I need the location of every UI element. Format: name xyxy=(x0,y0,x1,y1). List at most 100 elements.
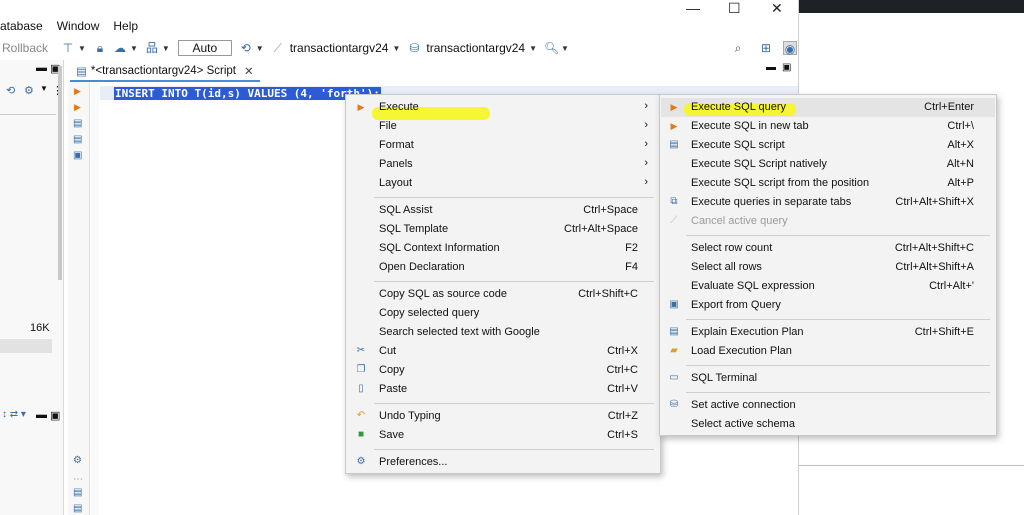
history-icon[interactable]: ⟲ xyxy=(239,41,253,55)
active-connection-selector[interactable]: transactiontargv24 xyxy=(290,41,389,55)
link-icon[interactable]: ⟲ xyxy=(6,84,15,97)
chevron-right-icon: › xyxy=(644,138,648,150)
chevron-down-icon[interactable]: ▼ xyxy=(130,44,138,53)
active-database-selector[interactable]: transactiontargv24 xyxy=(426,41,525,55)
menu-item-export-from-query[interactable]: ▣ Export from Query xyxy=(660,296,996,315)
script-icon: ▤ xyxy=(76,66,87,78)
chevron-down-icon[interactable]: ▼ xyxy=(561,44,569,53)
vertical-scrollbar[interactable] xyxy=(58,66,62,280)
toolbar-icons[interactable]: ↕ ⇄ ▾ xyxy=(2,409,26,420)
menu-item-file[interactable]: File › xyxy=(346,117,660,136)
maximize-button[interactable]: ☐ xyxy=(728,0,741,17)
menu-item-panels[interactable]: Panels › xyxy=(346,155,660,174)
settings-icon[interactable]: ⚙︎ xyxy=(24,84,34,97)
tab-label: *<transactiontargv24> Script xyxy=(90,65,236,77)
menu-item-label: Select all rows xyxy=(691,261,762,273)
menu-item-execute-script[interactable]: ▤ Execute SQL script Alt+X xyxy=(660,136,996,155)
menu-item-sql-terminal[interactable]: ▭ SQL Terminal xyxy=(660,369,996,388)
execute-icon[interactable]: ▶ xyxy=(74,86,81,97)
menu-item-copy[interactable]: ❐ Copy Ctrl+C xyxy=(346,361,660,380)
menu-item-sql-assist[interactable]: SQL Assist Ctrl+Space xyxy=(346,201,660,220)
menu-item-explain-plan[interactable]: ▤ Explain Execution Plan Ctrl+Shift+E xyxy=(660,323,996,342)
minimize-icon[interactable]: ▬ xyxy=(36,409,47,421)
connection-settings-icon[interactable]: ☁︎ xyxy=(113,41,127,55)
panel-icon[interactable]: ▣ xyxy=(73,150,82,161)
tab-script[interactable]: ▤ *<transactiontargv24> Script ✕ xyxy=(70,62,260,82)
menu-item-copy-sql-source[interactable]: Copy SQL as source code Ctrl+Shift+C xyxy=(346,285,660,304)
chevron-down-icon[interactable]: ▼ xyxy=(162,44,170,53)
network-icon[interactable]: 品 xyxy=(145,41,159,55)
search-icon[interactable]: ⌕ xyxy=(731,41,745,55)
menu-item-search-google[interactable]: Search selected text with Google xyxy=(346,323,660,342)
chevron-down-icon[interactable]: ▼ xyxy=(392,44,400,53)
menu-item-cut[interactable]: ✂ Cut Ctrl+X xyxy=(346,342,660,361)
menu-item-select-row-count[interactable]: Select row count Ctrl+Alt+Shift+C xyxy=(660,239,996,258)
script-icon[interactable]: ▤ xyxy=(73,118,82,129)
undo-icon: ↶ xyxy=(356,410,366,421)
menu-item-format[interactable]: Format › xyxy=(346,136,660,155)
menu-item-label: Panels xyxy=(379,158,413,170)
maximize-icon[interactable]: ▣ xyxy=(50,409,60,422)
script-icon: ▤ xyxy=(669,139,679,150)
menu-database[interactable]: atabase xyxy=(0,19,43,33)
menu-item-sql-template[interactable]: SQL Template Ctrl+Alt+Space xyxy=(346,220,660,239)
commit-mode-field[interactable]: Auto xyxy=(177,40,232,56)
script-icon[interactable]: ▤ xyxy=(73,134,82,145)
close-button[interactable]: ✕ xyxy=(771,0,783,17)
menu-item-sql-context-info[interactable]: SQL Context Information F2 xyxy=(346,239,660,258)
chevron-down-icon[interactable]: ▼ xyxy=(40,84,48,93)
menu-item-label: Copy xyxy=(379,364,405,376)
menu-window[interactable]: Window xyxy=(57,19,100,33)
sql-code[interactable]: INSERT INTO T(id,s) VALUES (4, 'forth'); xyxy=(114,87,381,100)
chevron-right-icon: › xyxy=(644,100,648,112)
rollback-button[interactable]: Rollback xyxy=(2,41,48,55)
close-icon[interactable]: ✕ xyxy=(244,64,254,78)
menu-item-cancel-query[interactable]: ⟋ Cancel active query xyxy=(660,212,996,231)
minimize-icon[interactable]: ▬ xyxy=(766,62,776,73)
menu-item-paste[interactable]: ▯ Paste Ctrl+V xyxy=(346,380,660,399)
perspective-icon[interactable]: ⊞ xyxy=(759,41,773,55)
chevron-down-icon[interactable]: ▼ xyxy=(256,44,264,53)
copy-icon: ❐ xyxy=(356,364,366,375)
menu-item-layout[interactable]: Layout › xyxy=(346,174,660,193)
execute-submenu: ▶ Execute SQL query Ctrl+Enter ▶ Execute… xyxy=(659,94,997,436)
menu-item-set-active-connection[interactable]: ⛁ Set active connection xyxy=(660,396,996,415)
maximize-icon[interactable]: ▣ xyxy=(782,62,791,73)
menu-item-undo[interactable]: ↶ Undo Typing Ctrl+Z xyxy=(346,407,660,426)
tabs-icon: ⧉ xyxy=(670,196,678,207)
menu-item-load-plan[interactable]: ▰ Load Execution Plan xyxy=(660,342,996,361)
menu-item-execute[interactable]: ▶ Execute › xyxy=(346,98,660,117)
menu-item-select-all-rows[interactable]: Select all rows Ctrl+Alt+Shift+A xyxy=(660,258,996,277)
menu-item-execute-new-tab[interactable]: ▶ Execute SQL in new tab Ctrl+\ xyxy=(660,117,996,136)
menu-item-label: Cut xyxy=(379,345,397,357)
main-toolbar: Rollback ⊤ ▼ 🔒︎ ☁︎ ▼ 品 ▼ Auto ⟲ ▼ ⟋ transact… xyxy=(0,37,798,59)
minimize-icon[interactable]: ▬ xyxy=(36,62,47,74)
more-icon[interactable]: ⋯ xyxy=(73,474,83,485)
settings-icon[interactable]: ⚙︎ xyxy=(73,455,82,466)
menu-help[interactable]: Help xyxy=(113,19,138,33)
chevron-down-icon[interactable]: ▼ xyxy=(78,44,86,53)
transaction-mode-icon[interactable]: ⊤ xyxy=(61,41,75,55)
search-icon[interactable]: 🔍︎ xyxy=(544,41,559,55)
chevron-right-icon: › xyxy=(644,157,648,169)
menu-item-save[interactable]: ■ Save Ctrl+S xyxy=(346,426,660,445)
selected-row[interactable] xyxy=(0,339,52,353)
menu-item-execute-natively[interactable]: Execute SQL Script natively Alt+N xyxy=(660,155,996,174)
menu-item-copy-selected-query[interactable]: Copy selected query xyxy=(346,304,660,323)
execute-new-tab-icon[interactable]: ▶ xyxy=(74,102,81,113)
file-icon[interactable]: ▤ xyxy=(73,503,82,514)
menu-item-execute-from-position[interactable]: Execute SQL script from the position Alt… xyxy=(660,174,996,193)
minimize-button[interactable]: — xyxy=(686,0,700,16)
menu-item-preferences[interactable]: ⚙︎ Preferences... xyxy=(346,453,660,472)
export-icon[interactable]: ▤ xyxy=(73,487,82,498)
menu-item-execute-sql-query[interactable]: ▶ Execute SQL query Ctrl+Enter xyxy=(660,98,996,117)
lock-icon[interactable]: 🔒︎ xyxy=(93,41,107,55)
menu-item-shortcut: Ctrl+Shift+C xyxy=(578,288,638,300)
chevron-down-icon[interactable]: ▼ xyxy=(529,44,537,53)
menu-item-select-active-schema[interactable]: Select active schema xyxy=(660,415,996,434)
menu-item-label: Copy selected query xyxy=(379,307,480,319)
menu-item-evaluate-expression[interactable]: Evaluate SQL expression Ctrl+Alt+' xyxy=(660,277,996,296)
dbeaver-perspective-icon[interactable]: ◉ xyxy=(783,41,797,56)
menu-item-open-declaration[interactable]: Open Declaration F4 xyxy=(346,258,660,277)
menu-item-execute-separate-tabs[interactable]: ⧉ Execute queries in separate tabs Ctrl+… xyxy=(660,193,996,212)
